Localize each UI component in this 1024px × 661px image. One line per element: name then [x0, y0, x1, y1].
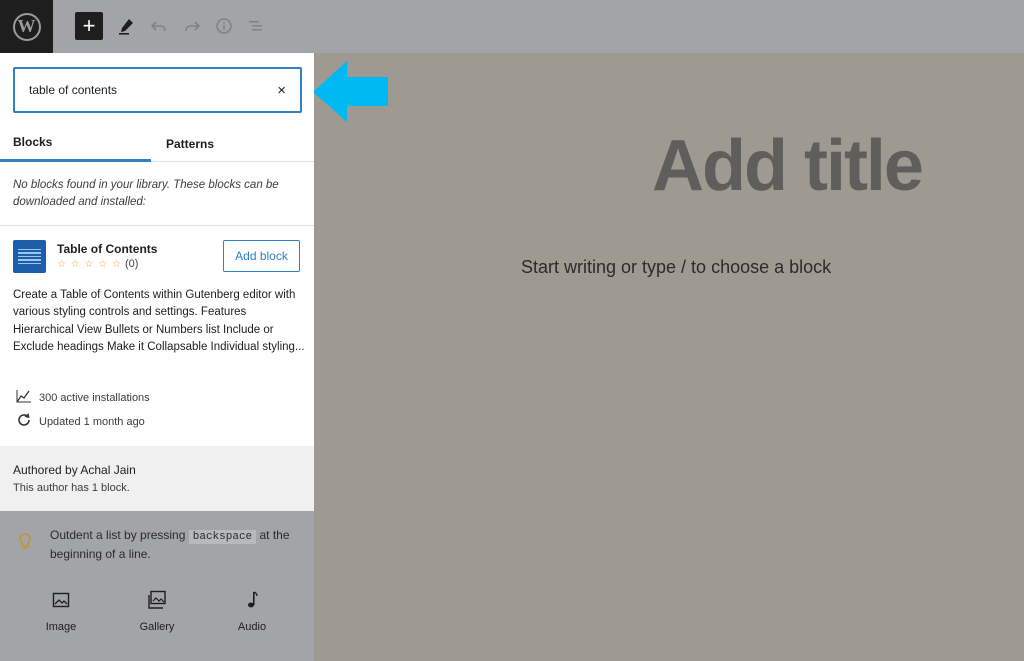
block-description: Create a Table of Contents within Gutenb…	[13, 289, 305, 354]
chart-line-icon	[16, 389, 32, 406]
inserter-tabs: Blocks Patterns	[0, 125, 314, 162]
quick-block-audio[interactable]: Audio	[222, 589, 282, 633]
update-icon	[16, 412, 32, 431]
list-view-button[interactable]	[242, 12, 270, 40]
author-block-count: This author has 1 block.	[13, 482, 130, 494]
details-button[interactable]	[210, 12, 238, 40]
last-updated: Updated 1 month ago	[16, 412, 145, 431]
undo-icon	[150, 21, 166, 31]
add-block-toggle-button[interactable]: +	[75, 12, 103, 40]
redo-button[interactable]	[178, 12, 206, 40]
block-name: Table of Contents	[57, 242, 158, 256]
tab-patterns[interactable]: Patterns	[151, 125, 314, 162]
block-rating: ☆ ☆ ☆ ☆ ☆ (0)	[57, 258, 138, 270]
annotation-arrow-icon	[313, 61, 388, 122]
quick-block-gallery[interactable]: Gallery	[127, 589, 187, 633]
author-info: Authored by Achal Jain This author has 1…	[0, 446, 314, 511]
no-blocks-message: No blocks found in your library. These b…	[13, 179, 279, 208]
undo-button[interactable]	[145, 12, 173, 40]
post-title-placeholder[interactable]: Add title	[652, 125, 924, 207]
rating-count: (0)	[125, 258, 139, 270]
wordpress-logo-icon: W	[12, 12, 41, 41]
installations-text: 300 active installations	[39, 391, 150, 404]
author-byline: Authored by Achal Jain	[13, 463, 136, 477]
edit-tools-button[interactable]	[112, 12, 140, 40]
quick-block-label: Image	[45, 621, 77, 633]
image-icon	[31, 589, 91, 611]
updated-text: Updated 1 month ago	[39, 415, 145, 428]
clear-search-icon[interactable]: ×	[277, 82, 286, 99]
redo-icon	[185, 21, 201, 31]
search-input[interactable]	[29, 83, 259, 97]
gallery-icon	[127, 589, 187, 611]
quick-block-label: Gallery	[139, 621, 175, 633]
tip-text: Outdent a list by pressing backspace at …	[50, 527, 300, 563]
editor-canvas: Add title Start writing or type / to cho…	[314, 53, 1024, 661]
active-installations: 300 active installations	[16, 389, 150, 406]
divider	[0, 225, 314, 226]
table-of-contents-block-icon	[13, 240, 46, 273]
tip-text-part: Outdent a list by pressing	[50, 528, 189, 542]
list-view-icon	[249, 21, 262, 31]
info-icon	[216, 18, 232, 34]
quick-block-image[interactable]: Image	[31, 589, 91, 633]
top-toolbar: W +	[0, 0, 1024, 53]
quick-block-label: Audio	[237, 621, 267, 633]
star-rating-icon: ☆ ☆ ☆ ☆ ☆	[57, 259, 122, 270]
block-appender-placeholder[interactable]: Start writing or type / to choose a bloc…	[521, 257, 831, 278]
wordpress-logo-button[interactable]: W	[0, 0, 53, 53]
keyboard-key: backspace	[188, 530, 257, 544]
block-inserter-panel: × Blocks Patterns No blocks found in you…	[0, 53, 314, 511]
search-box: ×	[13, 67, 302, 113]
pencil-icon	[119, 19, 133, 35]
lightbulb-icon	[19, 533, 31, 549]
tab-blocks[interactable]: Blocks	[0, 125, 151, 162]
audio-icon	[222, 589, 282, 611]
add-block-button[interactable]: Add block	[223, 240, 300, 272]
inserter-tips-area: Outdent a list by pressing backspace at …	[0, 511, 314, 661]
